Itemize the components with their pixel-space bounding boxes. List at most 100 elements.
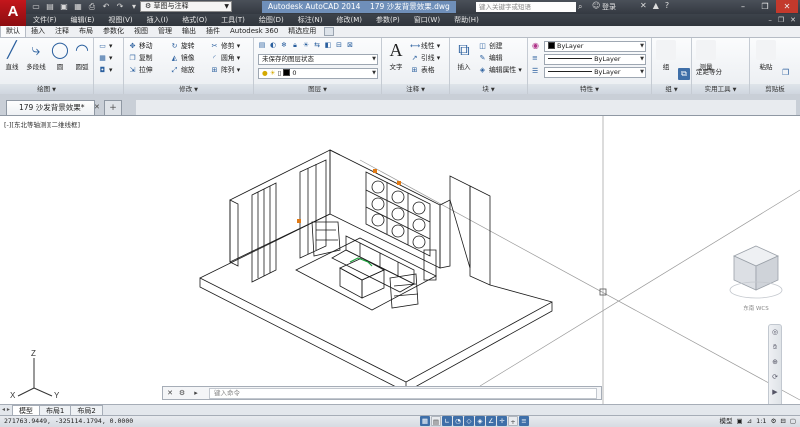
edit-block-button[interactable]: ✎ 编辑 xyxy=(478,53,503,64)
trim-button[interactable]: ✂ 修剪 ▾ xyxy=(210,41,241,52)
ribbon-minimize-icon[interactable] xyxy=(324,27,335,36)
login-link[interactable]: 登录 xyxy=(602,1,616,13)
mirror-button[interactable]: ◭ 镜像 xyxy=(170,53,195,64)
panel-block-title[interactable]: 块 ▼ xyxy=(450,84,527,94)
ortho-toggle-icon[interactable]: ∟ xyxy=(442,416,452,426)
paste-button[interactable]: 粘贴 xyxy=(754,40,778,71)
panel-clipboard-title[interactable]: 剪贴板 xyxy=(750,84,800,94)
plot-icon[interactable]: ⎙ xyxy=(86,1,98,12)
redo-icon[interactable]: ↷ xyxy=(114,1,126,12)
tab-layout1[interactable]: 布局1 xyxy=(38,405,72,415)
annotation-scale-value[interactable]: 1:1 xyxy=(756,416,766,427)
text-button[interactable]: A 文字 xyxy=(384,40,408,71)
close-tab-icon[interactable]: ✕ xyxy=(94,103,100,111)
tab-plugins[interactable]: 插件 xyxy=(201,26,225,37)
menu-edit[interactable]: 编辑(E) xyxy=(64,14,102,26)
rotate-button[interactable]: ↻ 旋转 xyxy=(170,41,195,52)
save-as-icon[interactable]: ▦ xyxy=(72,1,84,12)
menu-help[interactable]: 帮助(H) xyxy=(447,14,486,26)
layer-state-dropdown[interactable]: 未保存的图层状态 ▼ xyxy=(258,54,378,65)
open-icon[interactable]: ▤ xyxy=(44,1,56,12)
tab-featured-apps[interactable]: 精选应用 xyxy=(283,26,321,37)
panel-draw-title[interactable]: 绘图 ▼ xyxy=(0,84,93,94)
linetype-dropdown[interactable]: ByLayer ▼ xyxy=(544,54,646,65)
menu-parametric[interactable]: 参数(P) xyxy=(369,14,407,26)
layer-merge-icon[interactable]: ⊟ xyxy=(335,40,344,51)
layer-delete-icon[interactable]: ⊠ xyxy=(346,40,355,51)
copy-button[interactable]: ❐ 复制 xyxy=(128,53,152,64)
help-icon[interactable]: ? xyxy=(665,1,669,10)
compass-label[interactable]: 东南 WCS xyxy=(724,304,788,312)
menu-draw[interactable]: 绘图(D) xyxy=(252,14,291,26)
command-input[interactable]: 键入命令 xyxy=(209,388,597,399)
menu-tools[interactable]: 工具(T) xyxy=(214,14,252,26)
tab-annotate[interactable]: 注释 xyxy=(50,26,74,37)
application-menu-button[interactable]: A xyxy=(0,0,26,26)
view-cube[interactable]: 东南 WCS xyxy=(724,240,788,316)
workspace-switch-icon[interactable]: ⚙ xyxy=(771,416,777,427)
search-icon[interactable]: ⌕ xyxy=(578,2,582,12)
file-tab-active[interactable]: 179 沙发背景效果* xyxy=(6,100,96,115)
grid-toggle-icon[interactable]: ▤ xyxy=(431,416,441,426)
match-properties-icon[interactable]: ◉ xyxy=(532,41,539,50)
group-button[interactable]: 组 xyxy=(654,40,678,71)
tab-manage[interactable]: 管理 xyxy=(153,26,177,37)
group-edit-icon[interactable]: ⧉ xyxy=(678,68,690,80)
otrack-toggle-icon[interactable]: ∠ xyxy=(486,416,496,426)
copy-clip-icon[interactable]: ❐ xyxy=(782,68,789,77)
layer-lock-icon[interactable]: 🔒︎ xyxy=(291,40,300,51)
menu-file[interactable]: 文件(F) xyxy=(26,14,64,26)
hatch-tool[interactable]: ▦ ▾ xyxy=(98,53,112,64)
layer-isolate-icon[interactable]: ◐ xyxy=(269,40,278,51)
rectangle-tool[interactable]: ▭ ▾ xyxy=(98,41,112,52)
menu-insert[interactable]: 插入(I) xyxy=(140,14,176,26)
dropdown-icon[interactable]: ▾ xyxy=(128,1,140,12)
move-button[interactable]: ✥ 移动 xyxy=(128,41,153,52)
fillet-button[interactable]: ◜ 圆角 ▾ xyxy=(210,53,240,64)
command-prompt-icon[interactable]: ▸ xyxy=(191,388,201,399)
snap-toggle-icon[interactable]: ▦ xyxy=(420,416,430,426)
panel-utilities-title[interactable]: 实用工具 ▼ xyxy=(692,84,749,94)
arc-button[interactable]: ◠ 圆弧 xyxy=(71,40,93,71)
annotation-scale-icon[interactable]: ⊿ xyxy=(747,416,752,427)
panel-annotation-title[interactable]: 注释 ▼ xyxy=(382,84,449,94)
quick-view-icon[interactable]: ▣ xyxy=(736,416,742,427)
region-tool[interactable]: ◘ ▾ xyxy=(98,65,113,76)
array-button[interactable]: ⊞ 阵列 ▾ xyxy=(210,65,241,76)
create-block-button[interactable]: ◫ 创建 xyxy=(478,41,502,52)
color-dropdown[interactable]: ByLayer ▼ xyxy=(544,41,646,52)
measure-divide-button[interactable]: 定距等分 xyxy=(696,67,722,78)
panel-layers-title[interactable]: 图层 ▼ xyxy=(254,84,381,94)
lineweight-dropdown[interactable]: ByLayer ▼ xyxy=(544,67,646,78)
stretch-button[interactable]: ⇲ 拉伸 xyxy=(128,65,153,76)
polar-toggle-icon[interactable]: ◔ xyxy=(453,416,463,426)
user-icon[interactable]: ☺ xyxy=(592,1,600,10)
close-icon[interactable]: ✕ xyxy=(776,0,798,13)
undo-icon[interactable]: ↶ xyxy=(100,1,112,12)
3d-osnap-toggle-icon[interactable]: ◈ xyxy=(475,416,485,426)
circle-button[interactable]: ◯ 圆 xyxy=(50,40,70,71)
menu-view[interactable]: 视图(V) xyxy=(101,14,139,26)
doc-close-icon[interactable]: ✕ xyxy=(790,14,796,26)
menu-dimension[interactable]: 标注(N) xyxy=(291,14,330,26)
table-button[interactable]: ⊞ 表格 xyxy=(410,65,435,76)
zoom-icon[interactable]: ⊕ xyxy=(769,355,781,370)
exchange-icon[interactable]: ✕ xyxy=(640,1,647,10)
leader-button[interactable]: ↗ 引线 ▾ xyxy=(410,53,441,64)
showmotion-icon[interactable]: ▶ xyxy=(769,385,781,400)
osnap-toggle-icon[interactable]: ◇ xyxy=(464,416,474,426)
restore-icon[interactable]: ❐ xyxy=(754,0,776,13)
workspace-selector[interactable]: ⚙ 草图与注释 ▼ xyxy=(140,1,232,12)
lwt-toggle-icon[interactable]: ≡ xyxy=(519,416,529,426)
coordinate-readout[interactable]: 271763.9449, -325114.1794, 0.0000 xyxy=(4,416,133,427)
layer-properties-icon[interactable]: ▤ xyxy=(258,40,267,51)
layer-walk-icon[interactable]: ◧ xyxy=(324,40,333,51)
pan-icon[interactable]: ✋︎ xyxy=(769,340,781,355)
tab-view[interactable]: 视图 xyxy=(129,26,153,37)
panel-group-title[interactable]: 组 ▼ xyxy=(652,84,691,94)
tab-parametric[interactable]: 参数化 xyxy=(98,26,129,37)
connect-icon[interactable]: ▲ xyxy=(653,1,659,10)
tab-layout[interactable]: 布局 xyxy=(74,26,98,37)
tab-autodesk-360[interactable]: Autodesk 360 xyxy=(225,26,283,37)
tab-output[interactable]: 输出 xyxy=(177,26,201,37)
